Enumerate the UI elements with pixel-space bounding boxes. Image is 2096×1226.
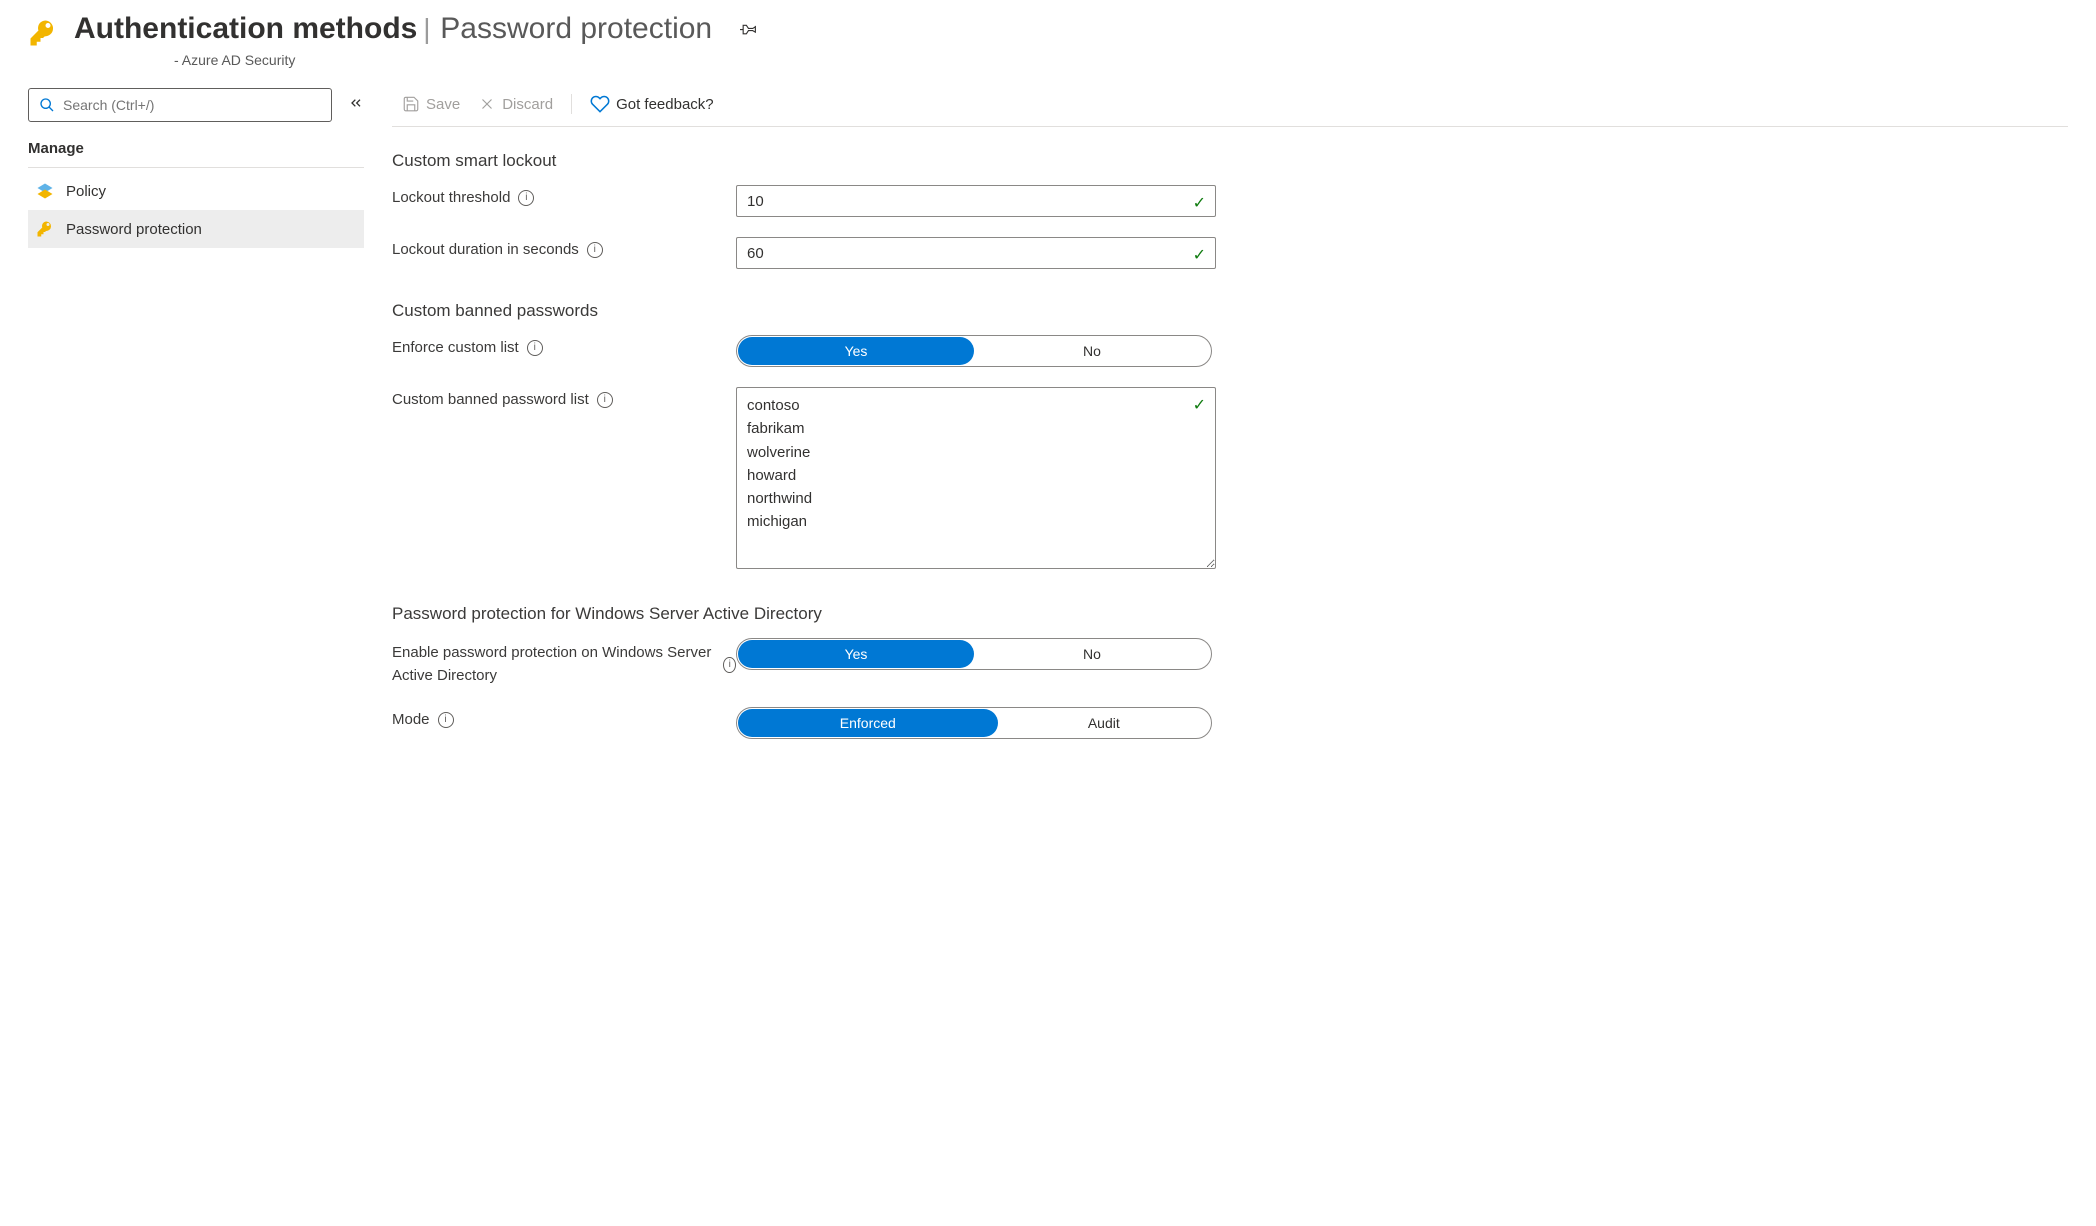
breadcrumb: - Azure AD Security: [174, 52, 2068, 68]
info-icon[interactable]: i: [518, 190, 534, 206]
enable-no-option[interactable]: No: [974, 640, 1210, 668]
close-icon: [478, 95, 496, 113]
info-icon[interactable]: i: [597, 392, 613, 408]
page-title: Authentication methods: [74, 12, 417, 45]
mode-toggle[interactable]: Enforced Audit: [736, 707, 1212, 739]
section-winserver-title: Password protection for Windows Server A…: [392, 604, 1452, 624]
sidebar-item-label: Password protection: [66, 221, 202, 238]
info-icon[interactable]: i: [527, 340, 543, 356]
checkmark-icon: ✓: [1193, 193, 1206, 213]
sidebar-item-policy[interactable]: Policy: [28, 172, 364, 210]
enable-winserver-label: Enable password protection on Windows Se…: [392, 642, 715, 687]
page-header: Authentication methods | Password protec…: [28, 12, 2068, 68]
enforce-custom-list-label: Enforce custom list: [392, 339, 519, 356]
save-icon: [402, 95, 420, 113]
banned-password-list-input[interactable]: [736, 387, 1216, 569]
policy-icon: [36, 182, 54, 200]
collapse-sidebar-button[interactable]: [348, 95, 364, 116]
enable-winserver-toggle[interactable]: Yes No: [736, 638, 1212, 670]
enforce-no-option[interactable]: No: [974, 337, 1210, 365]
key-icon: [36, 220, 54, 238]
info-icon[interactable]: i: [438, 712, 454, 728]
enable-yes-option[interactable]: Yes: [738, 640, 974, 668]
nav-section-manage: Manage: [28, 140, 364, 168]
enforce-yes-option[interactable]: Yes: [738, 337, 974, 365]
banned-list-label: Custom banned password list: [392, 391, 589, 408]
mode-enforced-option[interactable]: Enforced: [738, 709, 998, 737]
lockout-duration-input[interactable]: [736, 237, 1216, 269]
mode-label: Mode: [392, 711, 430, 728]
mode-audit-option[interactable]: Audit: [998, 709, 1210, 737]
info-icon[interactable]: i: [723, 657, 736, 673]
key-icon: [28, 18, 58, 51]
lockout-threshold-label: Lockout threshold: [392, 189, 510, 206]
heart-icon: [590, 94, 610, 114]
search-input[interactable]: [63, 97, 321, 113]
save-button[interactable]: Save: [402, 95, 460, 113]
toolbar: Save Discard Got feedback?: [392, 88, 2068, 127]
toolbar-divider: [571, 94, 572, 114]
discard-button[interactable]: Discard: [478, 95, 553, 113]
lockout-duration-label: Lockout duration in seconds: [392, 241, 579, 258]
sidebar-item-label: Policy: [66, 183, 106, 200]
checkmark-icon: ✓: [1193, 395, 1206, 415]
info-icon[interactable]: i: [587, 242, 603, 258]
enforce-custom-list-toggle[interactable]: Yes No: [736, 335, 1212, 367]
checkmark-icon: ✓: [1193, 245, 1206, 265]
sidebar-search[interactable]: [28, 88, 332, 122]
page-subtitle: Password protection: [440, 12, 712, 45]
sidebar-item-password-protection[interactable]: Password protection: [28, 210, 364, 248]
section-lockout-title: Custom smart lockout: [392, 151, 1452, 171]
pin-button[interactable]: [740, 25, 758, 41]
feedback-button[interactable]: Got feedback?: [590, 94, 714, 114]
lockout-threshold-input[interactable]: [736, 185, 1216, 217]
section-banned-title: Custom banned passwords: [392, 301, 1452, 321]
